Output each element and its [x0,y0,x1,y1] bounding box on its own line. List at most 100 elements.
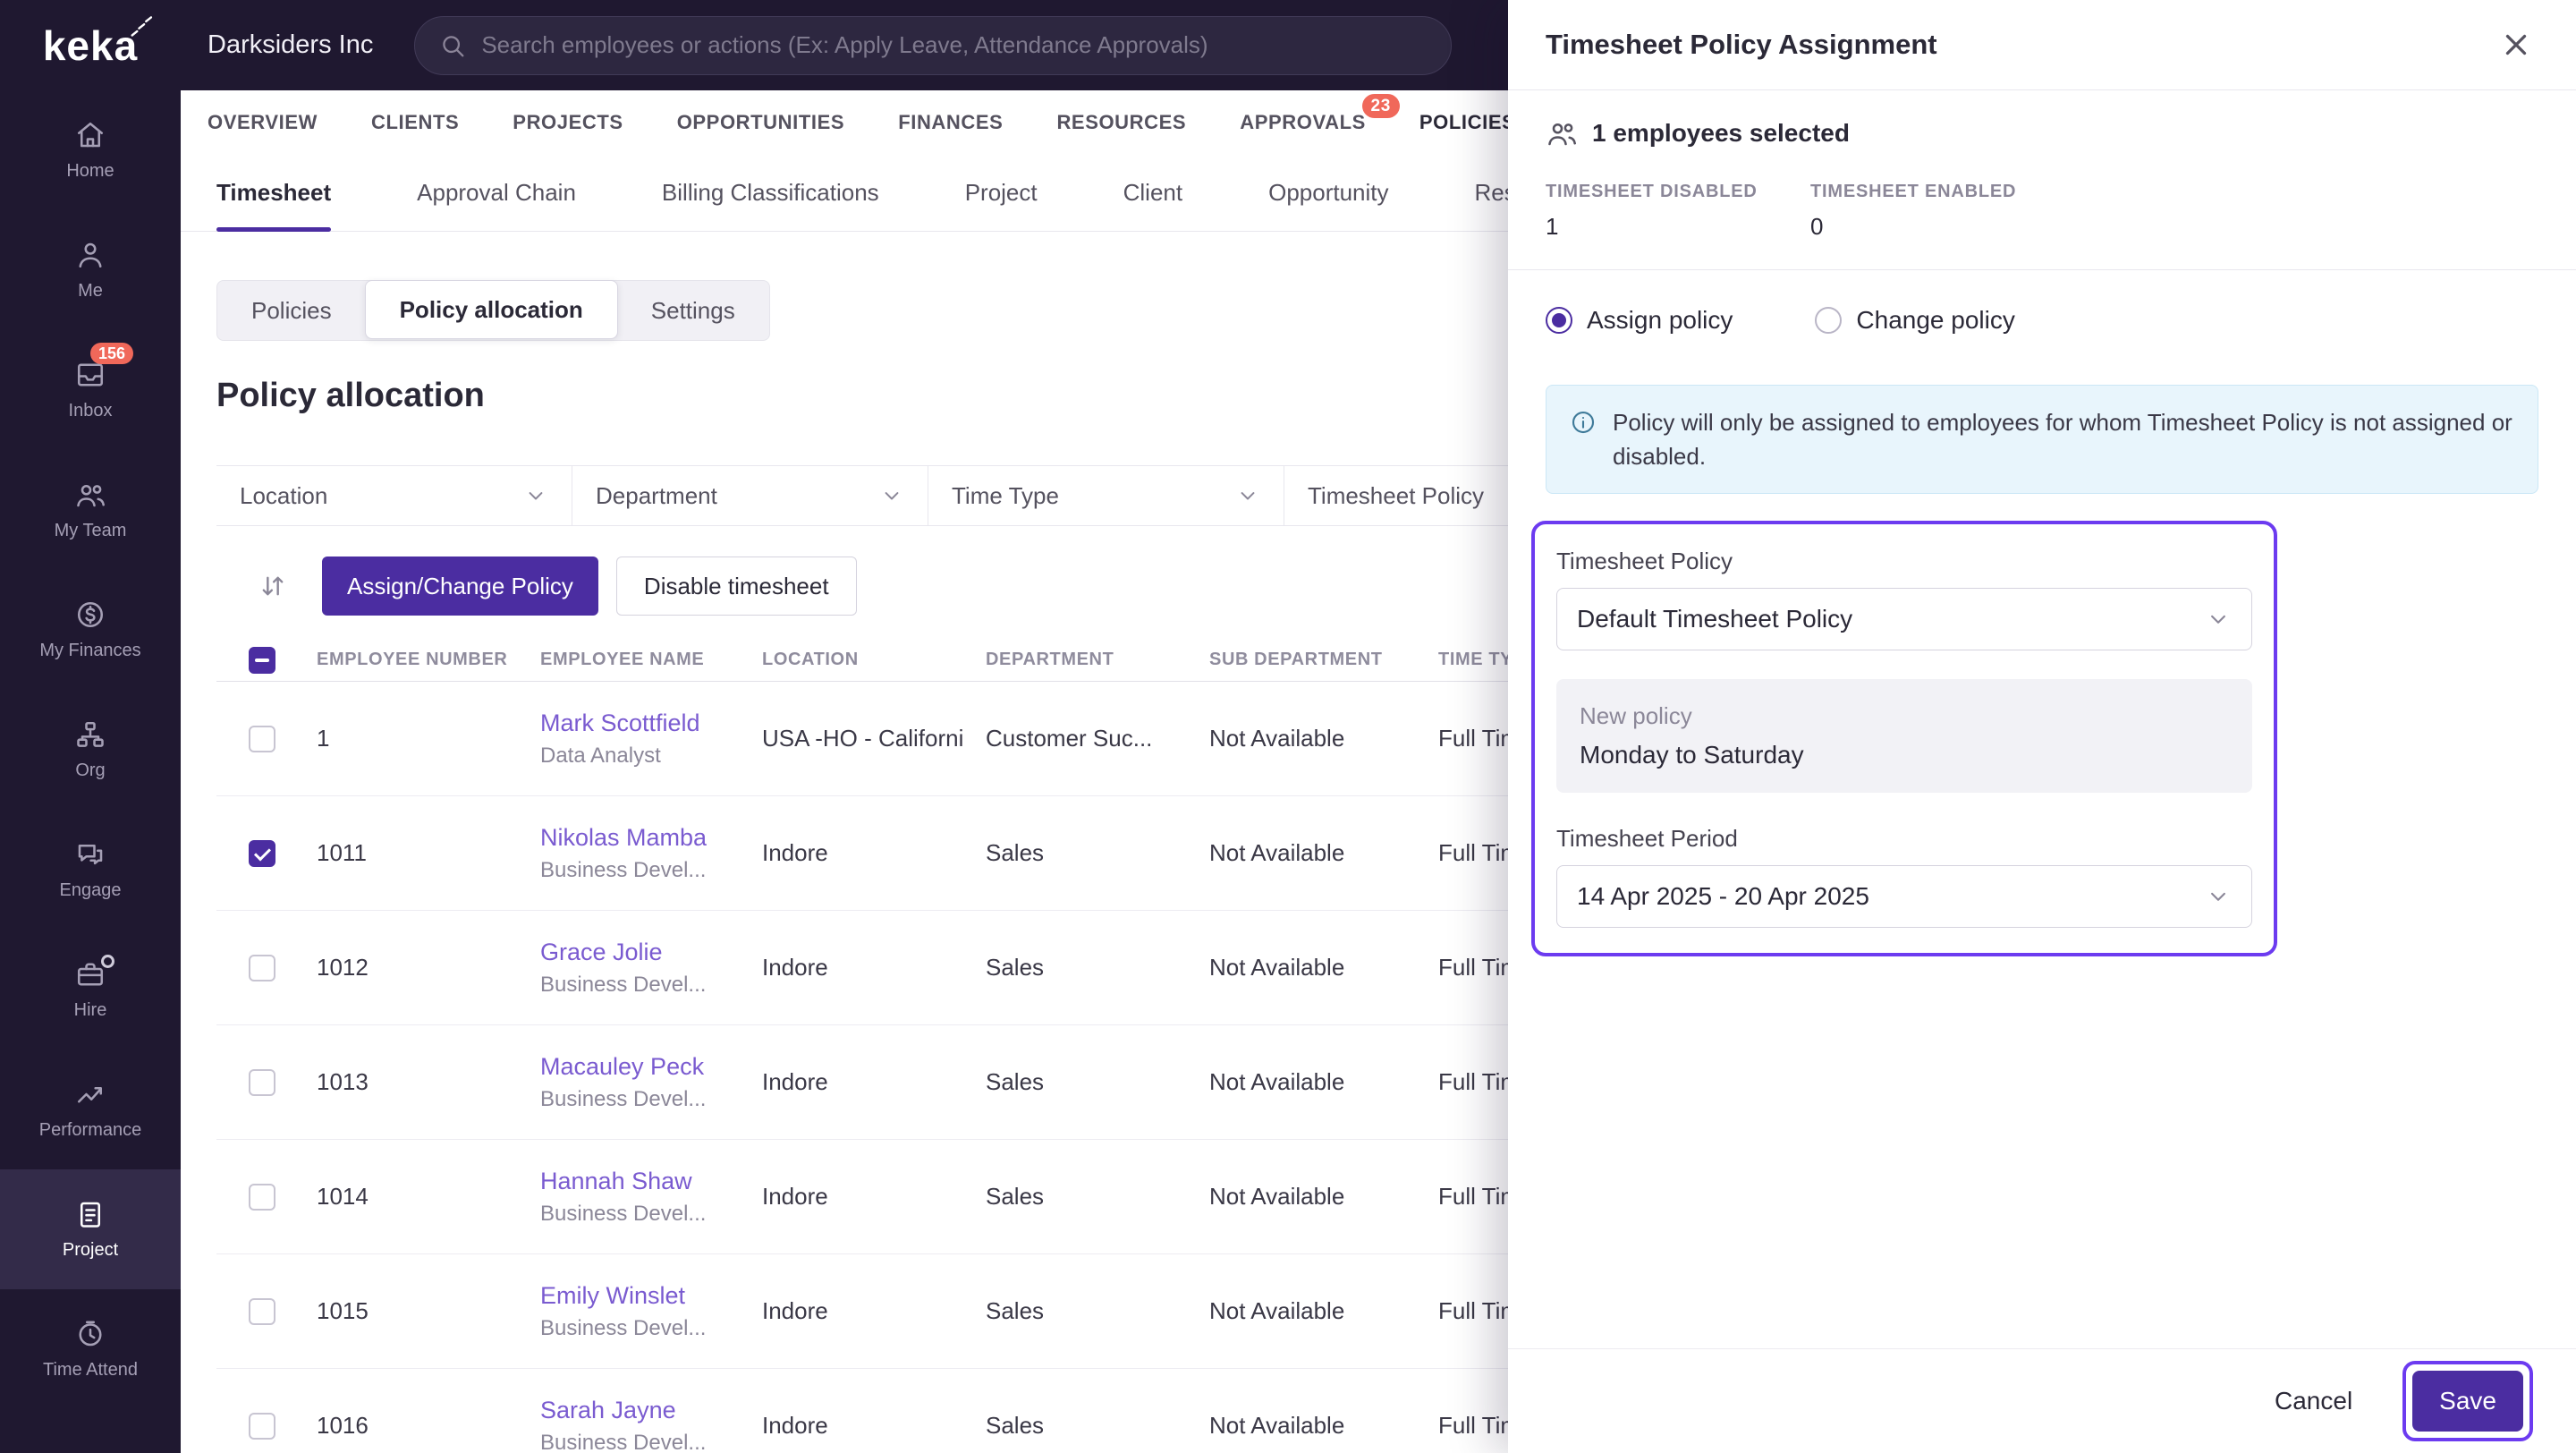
sub-tab-label: Client [1123,179,1183,206]
row-checkbox[interactable] [249,1297,275,1325]
view-tab-label: Policy allocation [399,295,583,323]
tab-finances[interactable]: FINANCES [898,90,1003,155]
employee-name-link[interactable]: Grace Jolie [540,939,762,966]
policy-mode-radio[interactable]: Change policy [1815,306,2015,335]
employee-name-link[interactable]: Hannah Shaw [540,1168,762,1195]
policy-mode-radios: Assign policy Change policy [1546,306,2538,335]
sidebar-item-engage[interactable]: Engage [0,810,181,930]
notification-badge: 156 [90,343,134,364]
timesheet-period-select[interactable]: 14 Apr 2025 - 20 Apr 2025 [1556,865,2252,928]
subtab-project[interactable]: Project [965,155,1038,231]
close-icon[interactable] [2499,28,2533,62]
search-input[interactable] [481,31,1428,59]
filter-location[interactable]: Location [216,466,572,525]
employee-name-link[interactable]: Sarah Jayne [540,1397,762,1424]
column-header-employee-number[interactable]: EMPLOYEE NUMBER [317,650,540,670]
employee-name-link[interactable]: Emily Winslet [540,1282,762,1310]
assign-change-policy-button[interactable]: Assign/Change Policy [322,557,598,616]
save-button-highlight: Save [2402,1361,2533,1441]
row-checkbox[interactable] [249,1412,275,1440]
row-checkbox[interactable] [249,839,275,867]
tab-overview[interactable]: OVERVIEW [208,90,318,155]
sidebar-item-my-team[interactable]: My Team [0,450,181,570]
subtab-client[interactable]: Client [1123,155,1182,231]
sidebar-item-home[interactable]: Home [0,90,181,210]
chevron-down-icon [879,483,904,508]
sub-tab-label: Opportunity [1268,179,1389,206]
employee-department: Sales [986,1068,1045,1095]
policy-mode-radio[interactable]: Assign policy [1546,306,1733,335]
viewtab-policies[interactable]: Policies [217,281,366,340]
sidebar-item-hire[interactable]: Hire [0,930,181,1049]
select-all-checkbox[interactable] [249,646,275,674]
employee-number: 1014 [317,1183,369,1210]
subtab-opportunity[interactable]: Opportunity [1268,155,1388,231]
column-header-location[interactable]: LOCATION [762,650,986,670]
notification-dot [101,955,114,968]
cancel-button[interactable]: Cancel [2260,1378,2367,1424]
disable-timesheet-button[interactable]: Disable timesheet [615,557,857,616]
save-button[interactable]: Save [2412,1371,2523,1432]
row-checkbox[interactable] [249,1183,275,1211]
row-checkbox[interactable] [249,954,275,981]
row-checkbox[interactable] [249,1068,275,1096]
subtab-approval-chain[interactable]: Approval Chain [417,155,576,231]
column-header-sub-department[interactable]: SUB DEPARTMENT [1209,650,1438,670]
sidebar-item-inbox[interactable]: 156 Inbox [0,330,181,450]
timesheet-period-label: Timesheet Period [1556,825,1738,852]
sidebar-item-icon [74,119,106,151]
global-search[interactable] [414,15,1453,75]
filter-time-type[interactable]: Time Type [928,466,1284,525]
timesheet-policy-select[interactable]: Default Timesheet Policy [1556,588,2252,650]
row-checkbox[interactable] [249,725,275,752]
sort-icon[interactable] [258,571,288,601]
sidebar-item-me[interactable]: Me [0,210,181,330]
filter-label: Timesheet Policy [1308,481,1484,509]
employee-location: Indore [762,1412,828,1439]
viewtab-policy-allocation[interactable]: Policy allocation [364,280,618,339]
sidebar-item-org[interactable]: Org [0,690,181,810]
employee-name-link[interactable]: Nikolas Mamba [540,824,762,852]
approvals-badge: 23 [1361,94,1400,118]
employee-number: 1012 [317,954,369,981]
employee-sub-department: Not Available [1209,1412,1345,1439]
sidebar-item-performance[interactable]: Performance [0,1049,181,1169]
chevron-down-icon [523,483,548,508]
chevron-down-icon [2205,883,2232,910]
employee-name-link[interactable]: Macauley Peck [540,1053,762,1081]
radio-label: Change policy [1856,306,2015,334]
stat-label: TIMESHEET ENABLED [1810,182,2017,201]
tab-resources[interactable]: RESOURCES [1056,90,1186,155]
filter-label: Time Type [952,481,1059,509]
sidebar-item-project[interactable]: Project [0,1169,181,1289]
employee-name-link[interactable]: Mark Scottfield [540,710,762,737]
sidebar-item-my-finances[interactable]: My Finances [0,570,181,690]
tab-opportunities[interactable]: OPPORTUNITIES [677,90,845,155]
main-tab-label: FINANCES [898,111,1004,133]
tab-clients[interactable]: CLIENTS [371,90,459,155]
sidebar-item-icon [74,718,106,751]
timesheet-period-value: 14 Apr 2025 - 20 Apr 2025 [1577,882,1869,910]
logo-spark-icon [127,13,157,43]
new-policy-preview: New policy Monday to Saturday [1556,679,2252,793]
sidebar-item-label: Time Attend [43,1360,138,1380]
viewtab-settings[interactable]: Settings [617,281,769,340]
sidebar-item-time-attend[interactable]: Time Attend [0,1289,181,1409]
new-policy-value: Monday to Saturday [1580,741,1804,769]
sidebar-item-label: Inbox [68,401,113,421]
keka-logo[interactable]: keka [0,0,181,90]
chevron-down-icon [2205,606,2232,633]
employee-location: Indore [762,839,828,866]
subtab-billing-classifications[interactable]: Billing Classifications [662,155,879,231]
filter-department[interactable]: Department [572,466,928,525]
sub-tab-label: Project [964,179,1038,206]
employee-number: 1016 [317,1412,369,1439]
column-header-employee-name[interactable]: EMPLOYEE NAME [540,650,762,670]
employee-role: Business Devel... [540,857,707,882]
tab-approvals[interactable]: APPROVALS 23 [1240,90,1400,155]
sidebar: keka Home Me 156 Inbox My Team My Financ… [0,0,181,1453]
tab-projects[interactable]: PROJECTS [513,90,623,155]
subtab-timesheet[interactable]: Timesheet [216,155,332,232]
sidebar-item-label: Engage [59,880,122,900]
column-header-department[interactable]: DEPARTMENT [986,650,1209,670]
